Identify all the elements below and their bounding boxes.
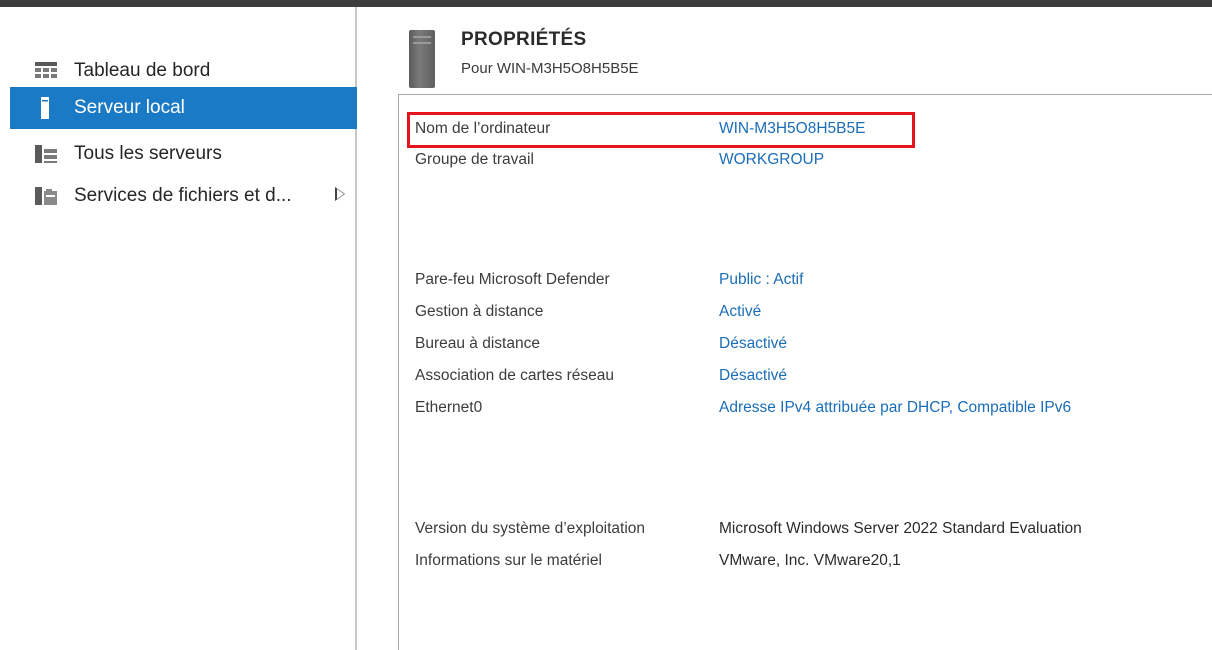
os-version-value: Microsoft Windows Server 2022 Standard E…: [719, 520, 1082, 537]
property-label: Nom de l’ordinateur: [415, 120, 551, 137]
file-services-icon: [34, 185, 58, 207]
property-row-hardware: Informations sur le matériel VMware, Inc…: [399, 552, 1199, 574]
sidebar-item-label: Services de fichiers et d...: [74, 185, 292, 206]
page-title: PROPRIÉTÉS: [461, 29, 587, 50]
property-label: Gestion à distance: [415, 303, 544, 320]
computer-name-link[interactable]: WIN-M3H5O8H5B5E: [719, 120, 865, 138]
firewall-link[interactable]: Public : Actif: [719, 271, 803, 289]
property-label: Groupe de travail: [415, 151, 534, 168]
sidebar-item-label: Tous les serveurs: [74, 143, 222, 164]
server-tower-icon: [409, 30, 435, 88]
sidebar-item-all-servers[interactable]: Tous les serveurs: [10, 133, 357, 175]
ethernet-link[interactable]: Adresse IPv4 attribuée par DHCP, Compati…: [719, 399, 1071, 417]
sidebar-item-label: Serveur local: [74, 97, 185, 118]
server-manager-window: Tableau de bord Serveur local Tous les s…: [0, 0, 1212, 650]
property-row-workgroup: Groupe de travail WORKGROUP: [399, 151, 1199, 173]
property-label: Bureau à distance: [415, 335, 540, 352]
sidebar: Tableau de bord Serveur local Tous les s…: [0, 7, 357, 650]
property-row-firewall: Pare-feu Microsoft Defender Public : Act…: [399, 271, 1199, 293]
property-row-remote-desktop: Bureau à distance Désactivé: [399, 335, 1199, 357]
dashboard-icon: [34, 60, 58, 82]
sidebar-item-local-server[interactable]: Serveur local: [10, 87, 357, 129]
property-label: Association de cartes réseau: [415, 367, 615, 384]
property-row-nic-teaming: Association de cartes réseau Désactivé: [399, 367, 1199, 389]
property-label: Ethernet0: [415, 399, 483, 416]
window-top-border: [0, 0, 1212, 7]
nic-teaming-link[interactable]: Désactivé: [719, 367, 787, 385]
sidebar-item-label: Tableau de bord: [74, 60, 211, 81]
property-row-ethernet: Ethernet0 Adresse IPv4 attribuée par DHC…: [399, 399, 1199, 421]
servers-icon: [34, 143, 58, 165]
sidebar-item-file-services[interactable]: Services de fichiers et d...: [10, 175, 357, 217]
property-row-os-version: Version du système d’exploitation Micros…: [399, 520, 1199, 542]
property-row-remote-management: Gestion à distance Activé: [399, 303, 1199, 325]
chevron-right-icon[interactable]: [335, 187, 345, 201]
sidebar-item-dashboard[interactable]: Tableau de bord: [10, 50, 357, 92]
remote-management-link[interactable]: Activé: [719, 303, 761, 321]
server-icon: [34, 97, 58, 119]
page-subtitle: Pour WIN-M3H5O8H5B5E: [461, 60, 639, 77]
remote-desktop-link[interactable]: Désactivé: [719, 335, 787, 353]
property-label: Informations sur le matériel: [415, 552, 602, 569]
property-row-computer-name: Nom de l’ordinateur WIN-M3H5O8H5B5E: [399, 120, 1199, 142]
hardware-value: VMware, Inc. VMware20,1: [719, 552, 901, 569]
property-label: Version du système d’exploitation: [415, 520, 646, 537]
workgroup-link[interactable]: WORKGROUP: [719, 151, 824, 169]
properties-panel: Nom de l’ordinateur WIN-M3H5O8H5B5E Grou…: [398, 94, 1212, 650]
property-label: Pare-feu Microsoft Defender: [415, 271, 610, 288]
main-panel: PROPRIÉTÉS Pour WIN-M3H5O8H5B5E Nom de l…: [359, 7, 1212, 650]
